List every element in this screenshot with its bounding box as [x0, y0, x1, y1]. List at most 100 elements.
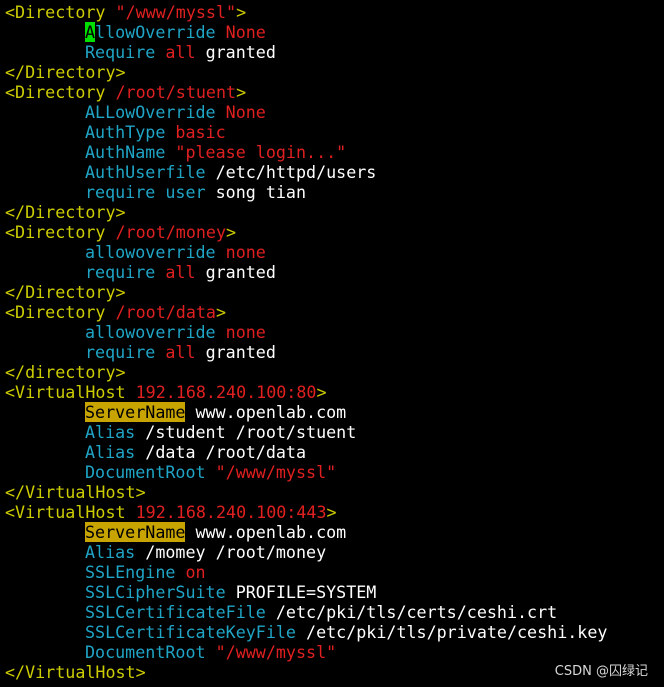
config-line: </directory> [0, 362, 664, 382]
config-line: </Directory> [0, 62, 664, 82]
value-token: "/www/myssl" [215, 462, 337, 482]
directive-token: Require [85, 42, 166, 62]
value-token: None [225, 22, 266, 42]
config-line: </VirtualHost> [0, 482, 664, 502]
tag-token: </VirtualHost> [5, 482, 146, 502]
config-line: allowoverride none [0, 322, 664, 342]
config-line: <Directory /root/stuent> [0, 82, 664, 102]
tag-token: > [215, 302, 227, 322]
value-token: /root/money [115, 222, 227, 242]
text-token: granted [205, 342, 276, 362]
text-token: /etc/pki/tls/certs/ceshi.crt [275, 602, 558, 622]
config-line: </Directory> [0, 282, 664, 302]
config-line: require all granted [0, 342, 664, 362]
directive-token: ALLowOverride [85, 102, 226, 122]
search-highlight: ServerName [85, 402, 186, 422]
value-token: none [225, 242, 266, 262]
directive-token: SSLCipherSuite [85, 582, 236, 602]
value-token: all [165, 342, 206, 362]
config-line: Require all granted [0, 42, 664, 62]
config-line: DocumentRoot "/www/myssl" [0, 642, 664, 662]
tag-token: </directory> [5, 362, 126, 382]
text-token: /data /root/data [145, 442, 307, 462]
config-line: <Directory /root/money> [0, 222, 664, 242]
config-line: AuthUserfile /etc/httpd/users [0, 162, 664, 182]
directive-token: DocumentRoot [85, 642, 216, 662]
value-token: /root/data [115, 302, 216, 322]
text-token: /etc/httpd/users [215, 162, 377, 182]
terminal-editor[interactable]: <Directory "/www/myssl"> AllowOverride No… [0, 2, 664, 682]
directive-token: allowoverride [85, 242, 226, 262]
value-token: "/www/myssl" [215, 642, 337, 662]
tag-token: <VirtualHost [5, 382, 136, 402]
config-line: ServerName www.openlab.com [0, 402, 664, 422]
directive-token: Alias [85, 542, 146, 562]
config-line: allowoverride none [0, 242, 664, 262]
config-line: Alias /data /root/data [0, 442, 664, 462]
tag-token: <Directory [5, 302, 116, 322]
directive-token: llowOverride [95, 22, 226, 42]
directive-token: require [85, 262, 166, 282]
text-token: granted [205, 262, 276, 282]
directive-token: AuthUserfile [85, 162, 216, 182]
config-line: <VirtualHost 192.168.240.100:80> [0, 382, 664, 402]
value-token: "/www/myssl" [115, 2, 237, 22]
config-line: SSLEngine on [0, 562, 664, 582]
directive-token: Alias [85, 422, 146, 442]
tag-token: <Directory [5, 222, 116, 242]
config-line: <Directory "/www/myssl"> [0, 2, 664, 22]
directive-token: allowoverride [85, 322, 226, 342]
directive-token: SSLCertificateFile [85, 602, 276, 622]
directive-token: SSLCertificateKeyFile [85, 622, 307, 642]
text-token: www.openlab.com [185, 522, 347, 542]
tag-token: <Directory [5, 2, 116, 22]
directive-token: AuthType [85, 122, 176, 142]
config-line: DocumentRoot "/www/myssl" [0, 462, 664, 482]
tag-token: </VirtualHost> [5, 662, 146, 682]
config-line: AuthType basic [0, 122, 664, 142]
text-token: /etc/pki/tls/private/ceshi.key [306, 622, 608, 642]
config-line: Alias /student /root/stuent [0, 422, 664, 442]
text-token: granted [205, 42, 276, 62]
config-line: AuthName "please login..." [0, 142, 664, 162]
tag-token: > [326, 502, 337, 522]
config-line: require all granted [0, 262, 664, 282]
value-token: on [185, 562, 206, 582]
config-line: ServerName www.openlab.com [0, 522, 664, 542]
tag-token: > [236, 82, 247, 102]
tag-token: <Directory [5, 82, 116, 102]
value-token: "please login..." [175, 142, 347, 162]
tag-token: </Directory> [5, 282, 126, 302]
directive-token: require [85, 342, 166, 362]
directive-token: AuthName [85, 142, 176, 162]
value-token: none [225, 322, 266, 342]
directive-token: require user [85, 182, 216, 202]
config-line: SSLCipherSuite PROFILE=SYSTEM [0, 582, 664, 602]
config-line: <Directory /root/data> [0, 302, 664, 322]
value-token: None [225, 102, 266, 122]
value-token: all [165, 42, 206, 62]
tag-token: </Directory> [5, 202, 126, 222]
text-token: PROFILE=SYSTEM [235, 582, 377, 602]
text-cursor: A [85, 22, 96, 42]
config-line: <VirtualHost 192.168.240.100:443> [0, 502, 664, 522]
tag-token: <VirtualHost [5, 502, 136, 522]
directive-token: DocumentRoot [85, 462, 216, 482]
config-line: AllowOverride None [0, 22, 664, 42]
watermark: CSDN @囚绿记 [554, 664, 648, 679]
tag-token: </Directory> [5, 62, 126, 82]
text-token: song tian [215, 182, 307, 202]
directive-token: SSLEngine [85, 562, 186, 582]
text-token: /student /root/stuent [145, 422, 357, 442]
search-highlight: ServerName [85, 522, 186, 542]
text-token: www.openlab.com [185, 402, 347, 422]
tag-token: > [236, 2, 247, 22]
directive-token: Alias [85, 442, 146, 462]
value-token: basic [175, 122, 226, 142]
value-token: 192.168.240.100:80 [135, 382, 317, 402]
config-line: SSLCertificateFile /etc/pki/tls/certs/ce… [0, 602, 664, 622]
tag-token: > [316, 382, 327, 402]
value-token: all [165, 262, 206, 282]
value-token: 192.168.240.100:443 [135, 502, 327, 522]
config-line: require user song tian [0, 182, 664, 202]
